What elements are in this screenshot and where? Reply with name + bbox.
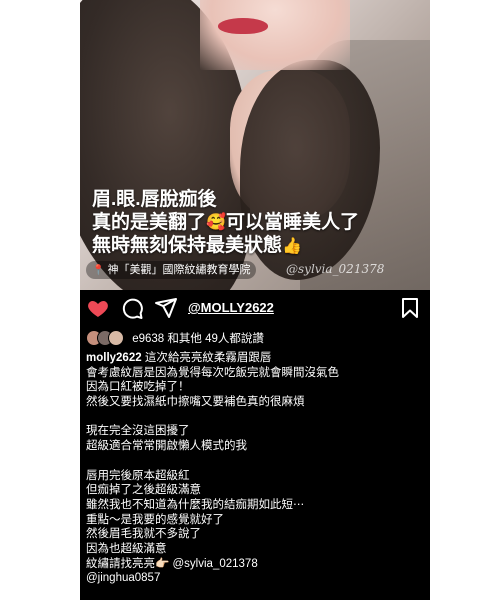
location-label: 神「美觀」國際紋繡教育學院 bbox=[107, 264, 251, 276]
caption-line: 因為口紅被吃掉了！ bbox=[86, 381, 190, 394]
kiss-emoji-icon: 🥰 bbox=[206, 214, 226, 232]
comment-icon[interactable] bbox=[120, 296, 144, 320]
mention-link[interactable]: @MOLLY2622 bbox=[188, 300, 274, 315]
likes-text: e9638 和其他 49人都說讚 bbox=[132, 333, 264, 345]
photo-lips bbox=[218, 18, 268, 34]
caption-line bbox=[86, 410, 426, 425]
caption-line[interactable]: @jinghua0857 bbox=[86, 571, 426, 586]
caption-line: 唇用完後原本超級紅 bbox=[86, 469, 190, 482]
overlay-line-1: 眉.眼.唇脫痂後 bbox=[92, 189, 217, 210]
location-tag[interactable]: 📍 神「美觀」國際紋繡教育學院 bbox=[86, 261, 257, 279]
bookmark-icon[interactable] bbox=[398, 296, 422, 320]
caption-username[interactable]: molly2622 bbox=[86, 352, 142, 364]
overlay-line-2: 真的是美翻了🥰可以當睡美人了 bbox=[92, 212, 359, 233]
post-caption: molly2622 這次給亮亮紋柔霧眉跟唇 會考慮紋唇是因為覺得每次吃飯完就會瞬… bbox=[86, 351, 426, 586]
thumbs-up-emoji-icon: 👍 bbox=[282, 237, 302, 255]
caption-line: molly2622 這次給亮亮紋柔霧眉跟唇 bbox=[86, 352, 272, 364]
likes-row[interactable]: e9638 和其他 49人都說讚 bbox=[86, 330, 264, 348]
caption-line: 因為也超級滿意 bbox=[86, 542, 167, 555]
location-pin-icon: 📍 bbox=[92, 265, 105, 276]
action-bar: @MOLLY2622 bbox=[80, 290, 430, 328]
caption-line: 紋繡請找亮亮👉🏻 @sylvia_021378 bbox=[86, 557, 258, 570]
send-icon[interactable] bbox=[154, 296, 178, 320]
post-photo[interactable]: 眉.眼.唇脫痂後 真的是美翻了🥰可以當睡美人了 無時無刻保持最美狀態👍 📍 神「美… bbox=[80, 0, 430, 290]
caption-line: 然後眉毛我就不多說了 bbox=[86, 528, 201, 541]
heart-icon[interactable] bbox=[86, 296, 110, 320]
overlay-line-3: 無時無刻保持最美狀態👍 bbox=[92, 235, 302, 257]
photo-watermark: @sylvia_021378 bbox=[286, 262, 385, 276]
caption-line bbox=[86, 454, 426, 469]
caption-line: 超級適合常常開啟懶人模式的我 bbox=[86, 440, 247, 453]
caption-line: 重點～是我要的感覺就好了 bbox=[86, 513, 224, 526]
instagram-post: 眉.眼.唇脫痂後 真的是美翻了🥰可以當睡美人了 無時無刻保持最美狀態👍 📍 神「美… bbox=[80, 0, 430, 600]
caption-line: 現在完全沒這困擾了 bbox=[86, 425, 190, 438]
avatar bbox=[108, 330, 124, 346]
photo-overlay-text: 眉.眼.唇脫痂後 真的是美翻了🥰可以當睡美人了 無時無刻保持最美狀態👍 bbox=[92, 188, 359, 258]
photo-face bbox=[200, 0, 350, 70]
caption-line: 然後又要找濕紙巾擦嘴又要補色真的很麻煩 bbox=[86, 396, 305, 409]
caption-line: 但痂掉了之後超級滿意 bbox=[86, 484, 201, 497]
caption-line: 會考慮紋唇是因為覺得每次吃飯完就會瞬間沒氣色 bbox=[86, 366, 339, 379]
caption-line: 雖然我也不知道為什麼我的結痂期如此短⋯ bbox=[86, 498, 305, 511]
